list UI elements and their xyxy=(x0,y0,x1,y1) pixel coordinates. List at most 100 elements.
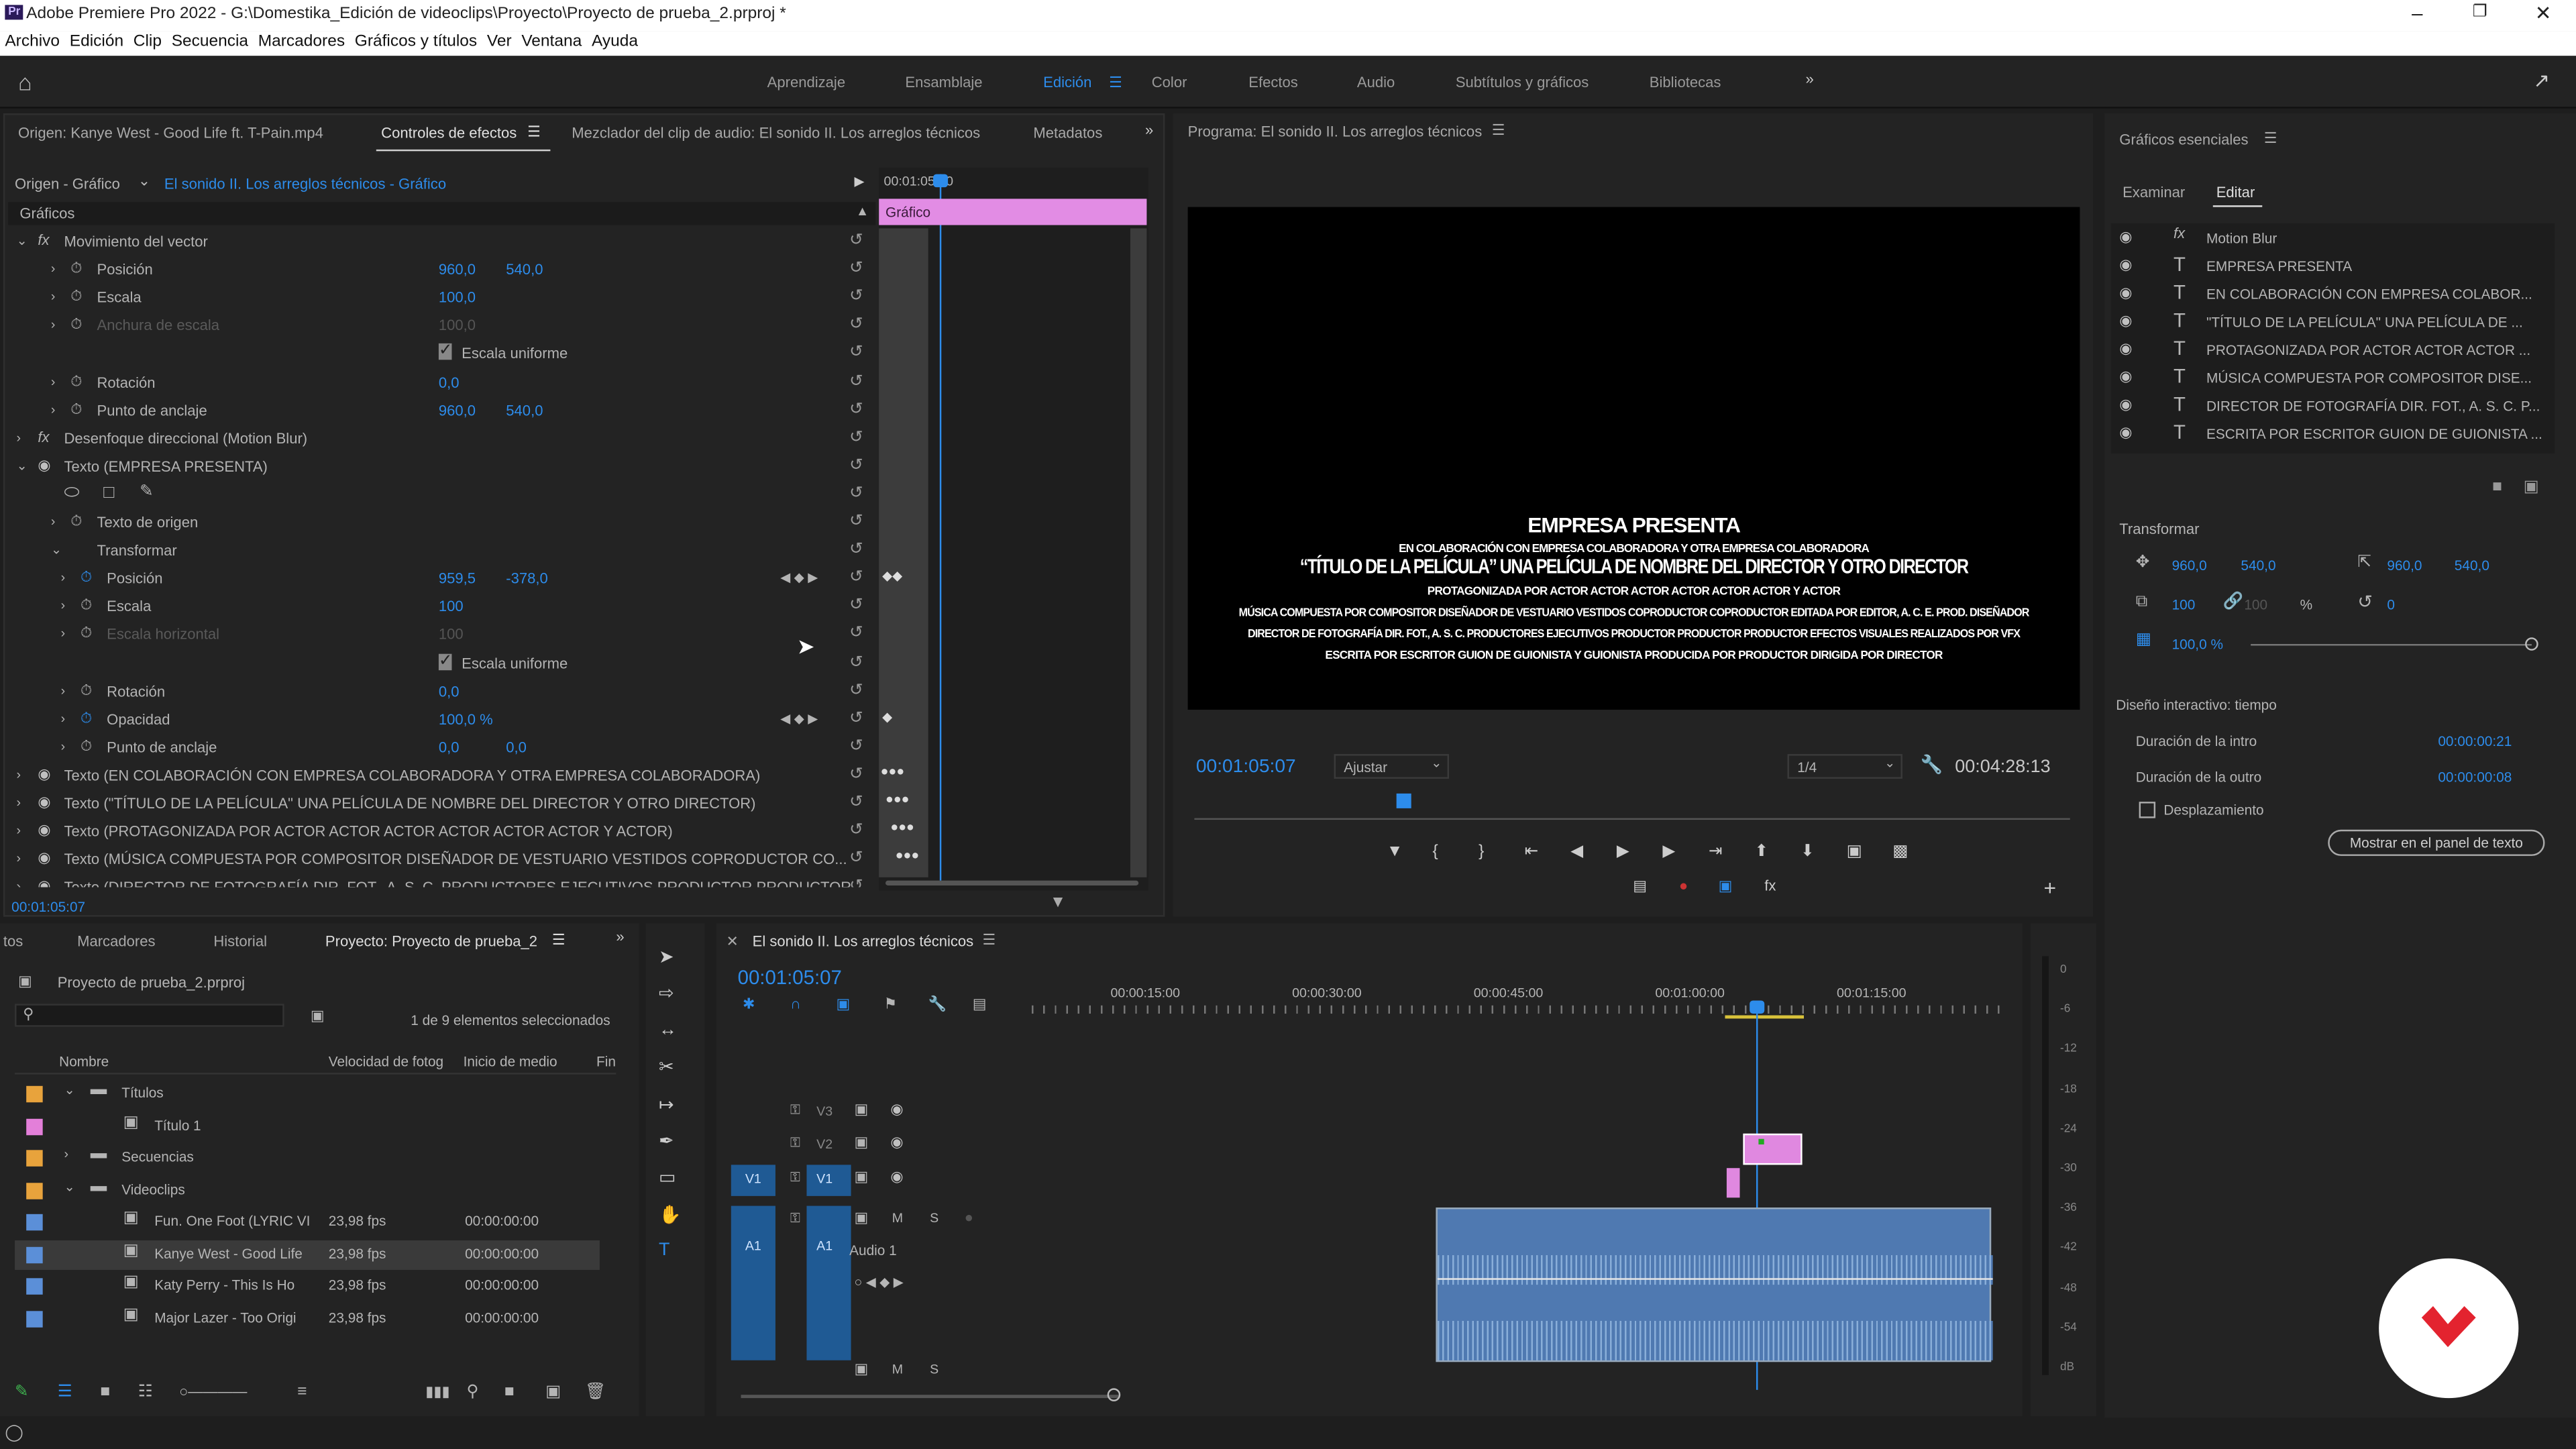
new-group-icon[interactable]: ■ xyxy=(2492,478,2502,496)
eye-icon[interactable]: ◉ xyxy=(890,1101,903,1119)
step-forward-icon[interactable]: ▶ xyxy=(1662,843,1675,861)
collapse-icon[interactable]: ▲ xyxy=(856,204,869,219)
value-1[interactable]: 960,0 xyxy=(439,262,476,278)
reset-icon[interactable]: ↺ xyxy=(849,765,863,784)
keyframe-scrollbar[interactable] xyxy=(885,880,1139,886)
origin-dropdown-icon[interactable]: ⌄ xyxy=(138,172,150,191)
stopwatch-icon[interactable]: ⏱ xyxy=(80,569,92,587)
expand-chevron-icon[interactable]: › xyxy=(61,570,66,585)
effect-row[interactable]: ⌄ ◉ Texto (EMPRESA PRESENTA) ↺ xyxy=(8,455,875,483)
timeline-ruler[interactable]: 00:00:15:00 00:00:30:00 00:00:45:00 00:01:0… xyxy=(1031,983,2001,1019)
value-2[interactable]: -378,0 xyxy=(506,570,548,586)
fx-icon[interactable]: fx xyxy=(38,231,49,248)
eye-icon[interactable]: ◉ xyxy=(2119,340,2132,358)
tab-metadata[interactable]: Metadatos xyxy=(1033,125,1102,141)
workspace-subtitulos[interactable]: Subtítulos y gráficos xyxy=(1456,74,1589,90)
effect-row[interactable]: ⌄ Transformar ↺ xyxy=(8,539,875,568)
keyframe-marker[interactable]: ◆ xyxy=(882,710,892,724)
reset-icon[interactable]: ↺ xyxy=(849,231,863,250)
keyframe-dots[interactable]: ●●● xyxy=(896,848,920,863)
eye-icon[interactable]: ◉ xyxy=(38,822,50,840)
reset-icon[interactable]: ↺ xyxy=(849,850,863,868)
mute-icon[interactable]: M xyxy=(892,1362,903,1377)
stopwatch-icon[interactable]: ⏱ xyxy=(70,513,82,531)
expand-chevron-icon[interactable]: › xyxy=(16,767,21,782)
workspace-efectos[interactable]: Efectos xyxy=(1248,74,1298,90)
minimize-icon[interactable]: – xyxy=(2412,1,2422,24)
quality-dropdown[interactable]: 1/4 ⌄ xyxy=(1787,754,1902,779)
step-back-icon[interactable]: ◀ xyxy=(1570,843,1583,861)
eye-icon[interactable]: ◉ xyxy=(2119,256,2132,274)
col-start[interactable]: Inicio de medio xyxy=(464,1053,557,1069)
stopwatch-icon[interactable]: ⏱ xyxy=(80,597,92,615)
pencil-icon[interactable]: ✎ xyxy=(15,1383,29,1401)
reset-icon[interactable]: ↺ xyxy=(849,260,863,278)
expand-chevron-icon[interactable]: › xyxy=(51,317,56,332)
fx-icon[interactable]: fx xyxy=(38,428,49,444)
eye-icon[interactable]: ◉ xyxy=(2119,284,2132,303)
tab-examinar[interactable]: Examinar xyxy=(2123,184,2185,200)
effect-row[interactable]: ✓ Escala uniforme ↺ xyxy=(8,651,875,680)
effect-row[interactable]: › ⏱ Texto de origen ↺ xyxy=(8,511,875,539)
expand-chevron-icon[interactable]: ⌄ xyxy=(16,233,27,248)
position-y[interactable]: 540,0 xyxy=(2241,557,2275,573)
sync-lock-icon[interactable]: ▣ xyxy=(854,1168,868,1186)
tab-markers[interactable]: Marcadores xyxy=(77,933,155,949)
project-menu-icon[interactable]: ☰ xyxy=(552,932,566,950)
lock-icon[interactable]: ⚿ xyxy=(790,1102,800,1118)
stopwatch-icon[interactable]: ⏱ xyxy=(80,681,92,699)
keyframe-nav-icon[interactable]: ◀ ◆ ▶ xyxy=(780,570,818,585)
menu-item[interactable]: Archivo xyxy=(5,33,60,51)
bin-search-icon[interactable]: ▣ xyxy=(311,1007,325,1025)
position-x[interactable]: 960,0 xyxy=(2172,557,2207,573)
essential-menu-icon[interactable]: ☰ xyxy=(2264,129,2277,148)
graphic-layer[interactable]: ◉ T EMPRESA PRESENTA xyxy=(2111,253,2555,279)
find-icon[interactable]: ⚲ xyxy=(467,1383,479,1401)
anchor-y[interactable]: 540,0 xyxy=(2455,557,2489,573)
workspace-edicion[interactable]: Edición xyxy=(1043,74,1091,90)
project-item[interactable]: ▣ Fun. One Foot (LYRIC VI 23,98 fps 00:00:0… xyxy=(15,1208,600,1237)
intro-value[interactable]: 00:00:00:21 xyxy=(2438,733,2512,749)
expand-chevron-icon[interactable]: ⌄ xyxy=(64,1083,75,1097)
expand-chevron-icon[interactable]: › xyxy=(61,598,66,613)
compare-icon[interactable]: ▩ xyxy=(1892,843,1908,861)
timeline-menu-icon[interactable]: ☰ xyxy=(983,932,996,950)
eye-icon[interactable]: ◉ xyxy=(2119,424,2132,442)
wrench-icon[interactable]: 🔧 xyxy=(1921,754,1943,775)
mic-icon[interactable]: ● xyxy=(965,1209,973,1225)
effect-row[interactable]: › ⏱ Escala horizontal 100 ↺ xyxy=(8,623,875,651)
col-fps[interactable]: Velocidad de fotog xyxy=(329,1053,443,1069)
export-frame-icon[interactable]: ▣ xyxy=(1847,843,1862,861)
effect-row[interactable]: › ⏱ Rotación 0,0 ↺ xyxy=(8,370,875,398)
project-item[interactable]: ▣ Major Lazer - Too Origi 23,98 fps 00:00:0… xyxy=(15,1303,600,1333)
new-layer-icon[interactable]: ▣ xyxy=(2524,478,2539,496)
reset-icon[interactable]: ↺ xyxy=(849,737,863,755)
origin-value[interactable]: El sonido II. Los arreglos técnicos - Gr… xyxy=(164,176,446,192)
eye-icon[interactable]: ◉ xyxy=(38,794,50,812)
tab-audio-mixer[interactable]: Mezclador del clip de audio: El sonido I… xyxy=(572,125,980,141)
sync-lock-icon[interactable]: ▣ xyxy=(854,1134,868,1152)
project-search-input[interactable]: ⚲ xyxy=(15,1004,284,1027)
effect-row[interactable]: › ⏱ Punto de anclaje 0,0 0,0 ↺ xyxy=(8,736,875,764)
scroll-checkbox[interactable] xyxy=(2139,802,2156,818)
project-item[interactable]: › ▬ Secuencias xyxy=(15,1144,600,1173)
effect-row[interactable]: ⬭ □ ✎ ↺ xyxy=(8,483,875,511)
scale-value[interactable]: 100 xyxy=(2172,596,2196,612)
menu-item[interactable]: Gráficos y títulos xyxy=(355,33,477,51)
solo-icon[interactable]: S xyxy=(930,1362,938,1377)
reset-icon[interactable]: ↺ xyxy=(849,344,863,362)
eye-icon[interactable]: ◉ xyxy=(2119,312,2132,330)
proxy-icon[interactable]: ▣ xyxy=(1719,877,1733,896)
volume-line[interactable] xyxy=(1437,1278,1993,1280)
opacity-slider[interactable] xyxy=(2251,644,2532,646)
expand-chevron-icon[interactable]: › xyxy=(16,823,21,838)
expand-chevron-icon[interactable]: › xyxy=(61,627,66,641)
graphic-layer[interactable]: ◉ T MÚSICA COMPUESTA POR COMPOSITOR DISE..… xyxy=(2111,365,2555,391)
eye-icon[interactable]: ◉ xyxy=(2119,368,2132,386)
stopwatch-icon[interactable]: ⏱ xyxy=(80,737,92,755)
expand-chevron-icon[interactable]: › xyxy=(51,402,56,417)
reset-icon[interactable]: ↺ xyxy=(849,484,863,502)
rectangle-mask-icon[interactable]: □ xyxy=(103,483,114,502)
reset-icon[interactable]: ↺ xyxy=(849,877,863,887)
checkbox-checked-icon[interactable]: ✓ xyxy=(438,343,453,361)
